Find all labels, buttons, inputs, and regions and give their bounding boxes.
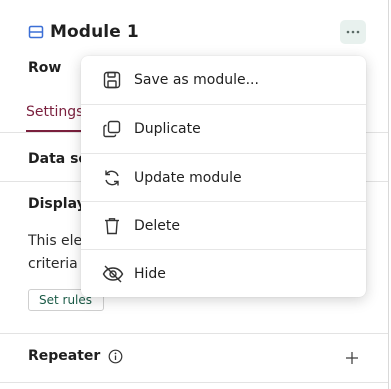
display-label: Display	[28, 196, 86, 212]
menu-item-label: Update module	[134, 170, 242, 186]
description-line: This ele	[28, 233, 83, 249]
menu-item-hide[interactable]: Hide	[81, 250, 366, 297]
menu-item-label: Save as module...	[134, 72, 259, 88]
eye-off-icon	[102, 264, 124, 284]
more-horizontal-icon	[346, 30, 360, 34]
display-description: This ele criteria	[28, 230, 88, 276]
trash-icon	[102, 216, 122, 236]
menu-item-delete[interactable]: Delete	[81, 202, 366, 250]
more-options-button[interactable]	[340, 20, 366, 44]
menu-item-duplicate[interactable]: Duplicate	[81, 105, 366, 153]
description-line: criteria	[28, 256, 78, 272]
plus-icon[interactable]	[345, 351, 359, 365]
save-icon	[102, 70, 122, 90]
tab-settings[interactable]: Settings	[26, 104, 83, 120]
repeater-section: Repeater	[28, 348, 123, 364]
row-label: Row	[28, 60, 62, 76]
duplicate-icon	[102, 119, 122, 139]
menu-item-label: Hide	[134, 266, 166, 282]
section-divider	[0, 382, 388, 383]
section-divider	[0, 333, 388, 334]
panel-header: Module 1	[28, 18, 139, 46]
menu-item-label: Duplicate	[134, 121, 201, 137]
menu-item-save-as-module[interactable]: Save as module...	[81, 56, 366, 104]
menu-item-label: Delete	[134, 218, 180, 234]
page-title: Module 1	[50, 22, 139, 42]
repeater-label: Repeater	[28, 348, 101, 364]
info-icon[interactable]	[108, 349, 123, 364]
refresh-icon	[102, 168, 122, 188]
module-icon	[28, 24, 44, 40]
more-options-menu: Save as module... Duplicate Update modul…	[81, 56, 366, 297]
menu-item-update-module[interactable]: Update module	[81, 154, 366, 202]
data-source-label: Data so	[28, 151, 89, 167]
